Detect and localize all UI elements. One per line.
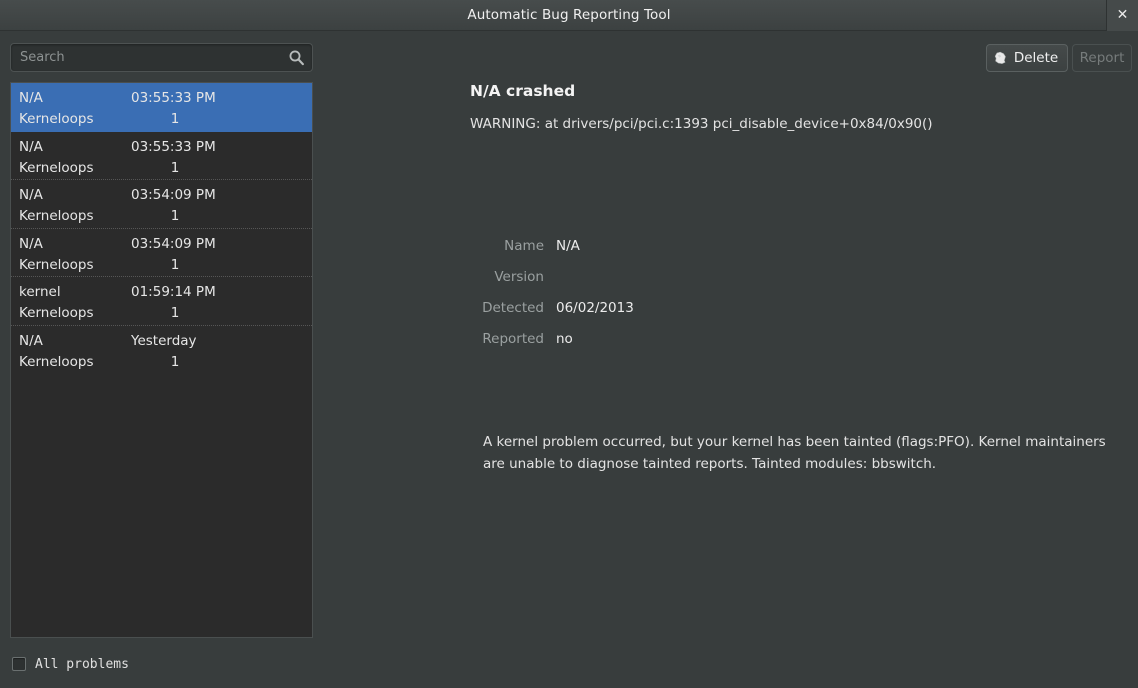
abrt-window: Automatic Bug Reporting Tool ✕ N/A 03:55… — [0, 0, 1138, 688]
table-row[interactable]: N/A 03:55:33 PM Kerneloops 1 — [11, 83, 312, 132]
report-button[interactable]: Report — [1072, 44, 1132, 72]
checkbox-indicator[interactable] — [12, 657, 26, 671]
problem-row-line-secondary: Kerneloops 1 — [19, 303, 302, 324]
field-label: Detected — [482, 300, 544, 316]
problem-count: 1 — [170, 305, 180, 321]
field-row-detected: Detected 06/02/2013 — [470, 298, 890, 329]
field-value: no — [556, 331, 573, 347]
field-label: Reported — [482, 331, 544, 347]
problem-source: Kerneloops — [19, 208, 94, 224]
delete-button[interactable]: Delete — [986, 44, 1068, 72]
problem-name: N/A — [19, 332, 43, 349]
detail-fields: Name N/A Version Detected 06/02/2013 Rep… — [470, 236, 890, 360]
problem-row-line-secondary: Kerneloops 1 — [19, 255, 302, 276]
problem-time: Yesterday — [131, 332, 197, 349]
problem-count: 1 — [170, 159, 180, 176]
problem-name: N/A — [19, 235, 43, 252]
problem-row-line-secondary: Kerneloops 1 — [19, 109, 302, 130]
title-bar: Automatic Bug Reporting Tool ✕ — [0, 0, 1138, 31]
crash-reason: WARNING: at drivers/pci/pci.c:1393 pci_d… — [470, 116, 933, 132]
problem-time: 01:59:14 PM — [131, 284, 216, 300]
table-row[interactable]: kernel 01:59:14 PM Kerneloops 1 — [11, 277, 312, 326]
problem-row-line-primary: N/A 03:54:09 PM — [19, 234, 302, 255]
close-icon[interactable]: ✕ — [1106, 0, 1138, 31]
problem-row-line-secondary: Kerneloops 1 — [19, 158, 302, 179]
problem-count: 1 — [170, 111, 180, 127]
problem-time: 03:55:33 PM — [131, 90, 216, 106]
field-label: Version — [494, 269, 544, 285]
problem-time: 03:54:09 PM — [131, 187, 216, 203]
problem-time: 03:55:33 PM — [131, 138, 216, 155]
table-row[interactable]: N/A 03:54:09 PM Kerneloops 1 — [11, 180, 312, 229]
problem-source: Kerneloops — [19, 256, 94, 273]
field-row-name: Name N/A — [470, 236, 890, 267]
delete-button-label: Delete — [1013, 50, 1059, 66]
field-value: N/A — [556, 238, 580, 254]
search-box[interactable] — [10, 43, 313, 72]
problem-row-line-secondary: Kerneloops 1 — [19, 352, 302, 373]
problem-name: N/A — [19, 187, 43, 203]
trash-icon — [994, 51, 1006, 64]
problem-time: 03:54:09 PM — [131, 235, 216, 252]
problem-name: N/A — [19, 138, 43, 155]
problem-list[interactable]: N/A 03:55:33 PM Kerneloops 1 N/A 03:55:3… — [10, 82, 313, 638]
table-row[interactable]: N/A Yesterday Kerneloops 1 — [11, 326, 312, 375]
field-value: 06/02/2013 — [556, 300, 634, 316]
problem-row-line-primary: kernel 01:59:14 PM — [19, 282, 302, 303]
search-input[interactable] — [11, 44, 283, 71]
problem-count: 1 — [170, 256, 180, 273]
report-button-label: Report — [1079, 50, 1125, 66]
problem-row-line-secondary: Kerneloops 1 — [19, 206, 302, 227]
problem-source: Kerneloops — [19, 159, 94, 176]
table-row[interactable]: N/A 03:55:33 PM Kerneloops 1 — [11, 132, 312, 180]
problem-row-line-primary: N/A 03:54:09 PM — [19, 185, 302, 206]
problem-count: 1 — [170, 353, 180, 370]
problem-source: Kerneloops — [19, 305, 94, 321]
table-row[interactable]: N/A 03:54:09 PM Kerneloops 1 — [11, 229, 312, 277]
problem-row-line-primary: N/A 03:55:33 PM — [19, 88, 302, 109]
all-problems-label: All problems — [35, 656, 129, 672]
field-label: Name — [504, 238, 544, 254]
field-row-reported: Reported no — [470, 329, 890, 360]
search-icon[interactable] — [288, 49, 305, 66]
all-problems-checkbox[interactable]: All problems — [12, 654, 129, 674]
problem-name: kernel — [19, 284, 61, 300]
problem-source: Kerneloops — [19, 111, 94, 127]
problem-row-line-primary: N/A 03:55:33 PM — [19, 137, 302, 158]
problem-source: Kerneloops — [19, 353, 94, 370]
problem-count: 1 — [170, 208, 180, 224]
field-row-version: Version — [470, 267, 890, 298]
window-title: Automatic Bug Reporting Tool — [467, 7, 671, 23]
detail-description: A kernel problem occurred, but your kern… — [483, 434, 1106, 472]
page-title: N/A crashed — [470, 82, 576, 100]
problem-name: N/A — [19, 90, 43, 106]
problem-row-line-primary: N/A Yesterday — [19, 331, 302, 352]
